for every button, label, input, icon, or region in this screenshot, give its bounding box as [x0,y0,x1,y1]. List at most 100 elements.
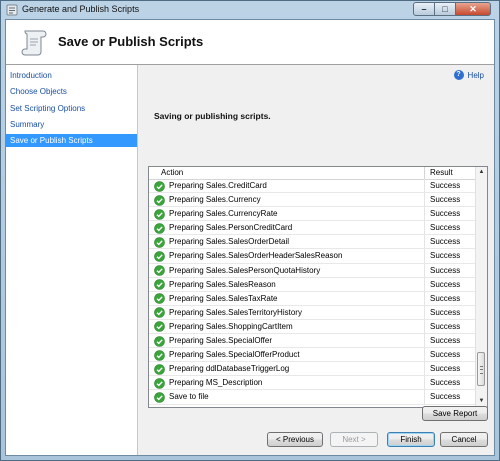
close-icon: ✕ [469,4,477,14]
table-row[interactable]: Preparing ddlDatabaseTriggerLog Success [149,362,476,377]
result-cell: Success [430,350,461,360]
result-cell: Success [430,307,461,317]
success-check-icon [154,237,165,248]
grid-rows: Preparing Sales.CreditCard Success Prepari… [149,179,476,405]
section-title: Saving or publishing scripts. [154,111,271,121]
action-label: Preparing Sales.ShoppingCartItem [169,321,293,331]
action-cell: Preparing Sales.Currency [152,193,425,207]
action-label: Preparing Sales.CreditCard [169,181,267,190]
wizard-nav: Introduction Choose Objects Set Scriptin… [6,65,138,455]
action-cell: Preparing Sales.ShoppingCartItem [152,319,425,334]
success-check-icon [154,293,165,305]
result-cell: Success [430,265,461,275]
success-check-icon [154,392,165,403]
wizard-header: Save or Publish Scripts [6,20,494,65]
result-cell: Success [430,209,461,219]
table-row[interactable]: Preparing Sales.CurrencyRate Success [149,207,476,222]
nav-item-save-or-publish-scripts[interactable]: Save or Publish Scripts [6,134,137,147]
table-row[interactable]: Preparing Sales.Currency Success [149,193,476,208]
page-title: Save or Publish Scripts [58,34,204,49]
result-cell: Success [430,293,461,303]
table-row[interactable]: Preparing Sales.SalesTerritoryHistory Suc… [149,305,476,320]
action-cell: Preparing Sales.CurrencyRate [152,207,425,221]
maximize-icon: □ [442,4,448,14]
success-check-icon [154,265,165,276]
scroll-up-arrow-icon[interactable]: ▲ [476,167,487,178]
success-check-icon [154,378,165,389]
maximize-button[interactable]: □ [434,2,456,16]
nav-item-introduction[interactable]: Introduction [6,69,137,82]
action-label: Preparing Sales.SalesReason [169,279,276,289]
result-cell: Success [430,223,461,233]
minimize-icon: – [421,4,427,14]
action-label: Preparing ddlDatabaseTriggerLog [169,364,290,374]
action-cell: Preparing Sales.SpecialOfferProduct [152,348,425,362]
action-label: Preparing Sales.PersonCreditCard [169,223,293,233]
previous-button[interactable]: < Previous [267,432,323,447]
table-row[interactable]: Preparing Sales.CreditCard Success [149,179,476,194]
action-label: Preparing Sales.SpecialOffer [169,336,273,346]
column-header-result[interactable]: Result [425,167,476,179]
save-report-button[interactable]: Save Report [422,406,488,421]
table-row[interactable]: Preparing Sales.PersonCreditCard Success [149,221,476,236]
action-label: Preparing MS_Description [169,378,263,388]
nav-item-summary[interactable]: Summary [6,118,137,131]
vertical-scrollbar[interactable]: ▲ ▼ [475,167,487,407]
table-row[interactable]: Preparing Sales.SalesTaxRate Success [149,291,476,306]
action-cell: Preparing Sales.CreditCard [152,179,425,193]
action-cell: Preparing Sales.SalesOrderDetail [152,235,425,249]
cancel-button[interactable]: Cancel [440,432,488,447]
action-cell: Preparing Sales.SpecialOffer [152,334,425,348]
success-check-icon [154,180,165,192]
action-cell: Preparing Sales.SalesTerritoryHistory [152,305,425,319]
wizard-window: Generate and Publish Scripts – □ ✕ Save … [0,0,500,461]
table-row[interactable]: Preparing Sales.SalesOrderHeaderSalesRea… [149,249,476,264]
success-check-icon [154,279,165,290]
table-row[interactable]: Preparing Sales.SpecialOfferProduct Succe… [149,348,476,363]
success-check-icon [154,194,165,206]
result-cell: Success [430,195,461,205]
action-cell: Preparing Sales.SalesReason [152,277,425,291]
success-check-icon [154,251,165,262]
table-row[interactable]: Save to file Success [149,390,476,405]
result-cell: Success [430,251,461,261]
wizard-client-area: Save or Publish Scripts Introduction Cho… [5,19,495,456]
table-row[interactable]: Preparing Sales.SalesPersonQuotaHistory S… [149,263,476,278]
minimize-button[interactable]: – [413,2,435,16]
action-label: Preparing Sales.SalesPersonQuotaHistory [169,265,321,275]
close-button[interactable]: ✕ [455,2,491,16]
scrollbar-thumb[interactable] [477,352,485,386]
next-button[interactable]: Next > [330,432,378,447]
result-cell: Success [430,279,461,289]
table-row[interactable]: Preparing Sales.SalesReason Success [149,277,476,292]
success-check-icon [154,335,165,347]
help-link[interactable]: ? Help [453,70,484,80]
results-grid: Action Result Preparing Sales.CreditCard… [148,166,488,408]
table-row[interactable]: Preparing Sales.SalesOrderDetail Success [149,235,476,250]
table-row[interactable]: Preparing Sales.ShoppingCartItem Success [149,319,476,335]
action-label: Preparing Sales.SalesOrderHeaderSalesRea… [169,251,343,261]
grip-icon [480,366,483,374]
table-row[interactable]: Preparing MS_Description Success [149,376,476,391]
caption-buttons: – □ ✕ [413,2,491,17]
finish-button[interactable]: Finish [387,432,435,447]
result-cell: Success [430,237,461,247]
nav-item-choose-objects[interactable]: Choose Objects [6,85,137,98]
help-label: Help [467,70,484,80]
table-row[interactable]: Preparing Sales.SpecialOffer Success [149,334,476,349]
success-check-icon [154,222,165,234]
nav-item-set-scripting-options[interactable]: Set Scripting Options [6,102,137,115]
action-label: Preparing Sales.SalesTerritoryHistory [169,307,302,317]
column-header-action[interactable]: Action [152,167,425,179]
action-cell: Preparing Sales.SalesPersonQuotaHistory [152,263,425,277]
success-check-icon [154,208,165,220]
result-cell: Success [430,181,461,190]
action-cell: Preparing Sales.SalesTaxRate [152,291,425,305]
action-label: Preparing Sales.CurrencyRate [169,209,278,219]
success-check-icon [154,307,165,319]
main-panel: ? Help Saving or publishing scripts. Act… [138,65,494,455]
result-cell: Success [430,321,461,331]
result-cell: Success [430,336,461,346]
action-label: Preparing Sales.SpecialOfferProduct [169,350,300,360]
result-cell: Success [430,378,461,388]
